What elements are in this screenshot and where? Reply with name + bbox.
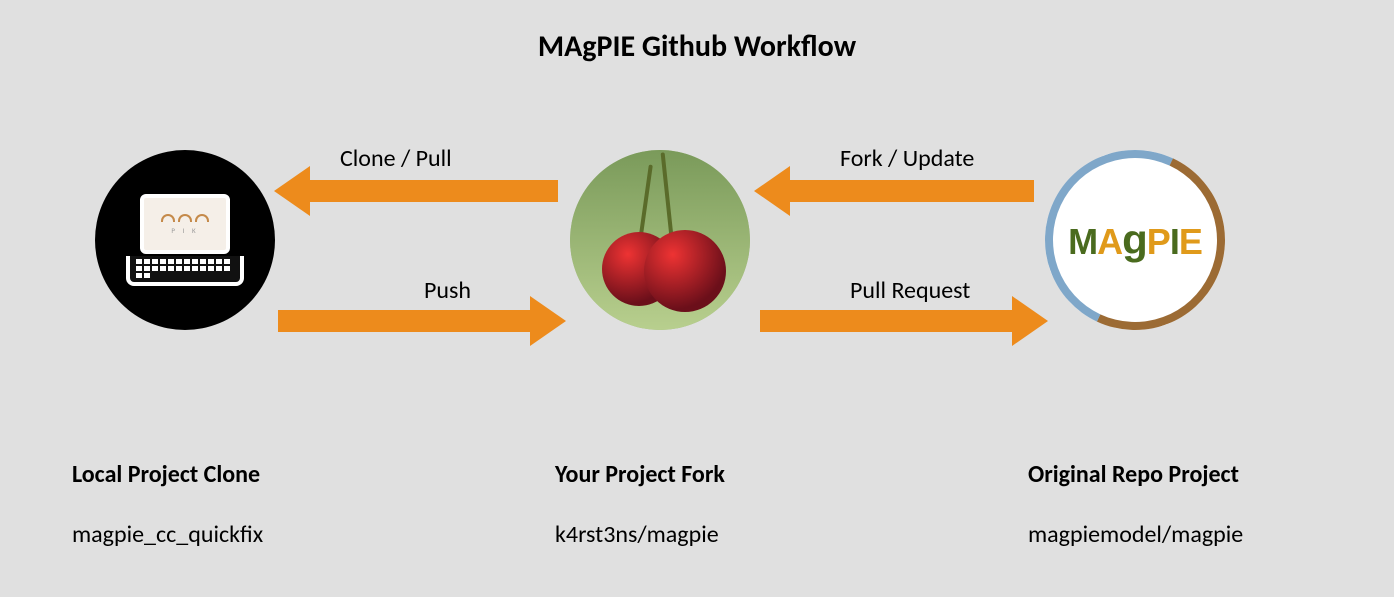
caption-local-heading: Local Project Clone (72, 460, 260, 489)
pik-arches (161, 214, 209, 222)
label-clone-pull: Clone / Pull (340, 144, 452, 173)
node-your-fork (570, 150, 750, 330)
caption-fork-heading: Your Project Fork (555, 460, 725, 489)
diagram-title: MAgPIE Github Workflow (0, 28, 1394, 65)
pik-label: P I K (171, 226, 198, 235)
arrow-push (278, 310, 532, 332)
laptop-screen: P I K (140, 194, 230, 254)
label-fork-update: Fork / Update (840, 144, 974, 173)
node-local-clone: P I K (95, 150, 275, 330)
caption-origin-heading: Original Repo Project (1028, 460, 1239, 489)
caption-fork-sub: k4rst3ns/magpie (555, 520, 719, 549)
cherries-icon (570, 150, 750, 330)
arrow-fork-update (788, 180, 1034, 202)
label-push: Push (424, 276, 471, 305)
magpie-ring-icon (1020, 125, 1251, 356)
caption-origin-sub: magpiemodel/magpie (1028, 520, 1243, 549)
laptop-icon: P I K (130, 194, 240, 286)
laptop-keyboard (126, 256, 244, 286)
caption-local-sub: magpie_cc_quickfix (72, 520, 263, 549)
label-pull-request: Pull Request (850, 276, 970, 305)
node-original-repo: MAgPIE (1045, 150, 1225, 330)
arrow-pull-request (760, 310, 1014, 332)
arrow-clone-pull (308, 180, 558, 202)
